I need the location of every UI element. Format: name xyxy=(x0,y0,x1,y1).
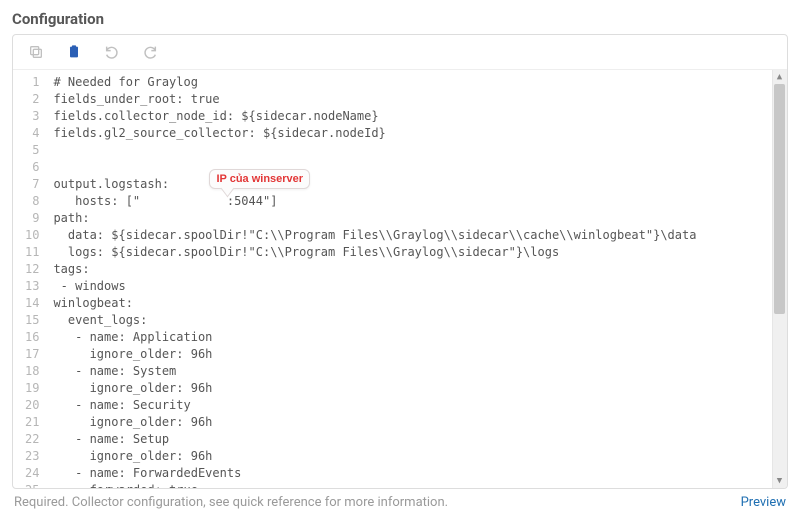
line-number: 6 xyxy=(25,159,39,176)
redo-icon[interactable] xyxy=(141,43,159,61)
code-line[interactable]: event_logs: xyxy=(53,312,783,329)
scrollbar-track[interactable]: ▲ ▼ xyxy=(772,70,787,488)
code-line[interactable]: - name: System xyxy=(53,363,783,380)
editor-toolbar xyxy=(13,35,787,70)
line-number: 9 xyxy=(25,210,39,227)
code-line[interactable]: ignore_older: 96h xyxy=(53,380,783,397)
line-number: 18 xyxy=(25,363,39,380)
code-line[interactable]: - name: ForwardedEvents xyxy=(53,465,783,482)
code-line[interactable]: - name: Setup xyxy=(53,431,783,448)
code-line[interactable]: fields.collector_node_id: ${sidecar.node… xyxy=(53,108,783,125)
code-line[interactable]: # Needed for Graylog xyxy=(53,74,783,91)
undo-icon[interactable] xyxy=(103,43,121,61)
code-line[interactable]: - windows xyxy=(53,278,783,295)
code-line[interactable]: fields.gl2_source_collector: ${sidecar.n… xyxy=(53,125,783,142)
line-number: 12 xyxy=(25,261,39,278)
line-number: 25 xyxy=(25,482,39,489)
line-number: 15 xyxy=(25,312,39,329)
line-number: 21 xyxy=(25,414,39,431)
preview-link[interactable]: Preview xyxy=(741,495,786,510)
line-number: 11 xyxy=(25,244,39,261)
code-line[interactable]: output.logstash: xyxy=(53,176,783,193)
page-title: Configuration xyxy=(12,10,788,28)
scrollbar-thumb[interactable] xyxy=(774,84,785,314)
line-number: 8 xyxy=(25,193,39,210)
copy-icon[interactable] xyxy=(27,43,45,61)
line-number: 10 xyxy=(25,227,39,244)
code-content[interactable]: IP của winserver # Needed for Graylogfie… xyxy=(47,70,787,488)
line-number: 2 xyxy=(25,91,39,108)
code-line[interactable]: path: xyxy=(53,210,783,227)
code-line[interactable]: - name: Security xyxy=(53,397,783,414)
code-editor[interactable]: 1234567891011121314151617181920212223242… xyxy=(13,70,787,488)
code-line[interactable]: logs: ${sidecar.spoolDir!"C:\\Program Fi… xyxy=(53,244,783,261)
line-number: 1 xyxy=(25,74,39,91)
code-line[interactable]: ignore_older: 96h xyxy=(53,346,783,363)
line-number: 4 xyxy=(25,125,39,142)
line-gutter: 1234567891011121314151617181920212223242… xyxy=(13,70,47,488)
line-number: 7 xyxy=(25,176,39,193)
editor-box: 1234567891011121314151617181920212223242… xyxy=(12,34,788,489)
line-number: 22 xyxy=(25,431,39,448)
paste-icon[interactable] xyxy=(65,43,83,61)
code-line[interactable]: forwarded: true xyxy=(53,482,783,488)
line-number: 3 xyxy=(25,108,39,125)
code-line[interactable]: winlogbeat: xyxy=(53,295,783,312)
line-number: 16 xyxy=(25,329,39,346)
line-number: 24 xyxy=(25,465,39,482)
line-number: 5 xyxy=(25,142,39,159)
scroll-down-icon[interactable]: ▼ xyxy=(774,475,785,487)
code-line[interactable] xyxy=(53,142,783,159)
code-line[interactable] xyxy=(53,159,783,176)
help-text: Required. Collector configuration, see q… xyxy=(14,495,448,510)
code-line[interactable]: ignore_older: 96h xyxy=(53,448,783,465)
line-number: 20 xyxy=(25,397,39,414)
scroll-up-icon[interactable]: ▲ xyxy=(774,71,785,83)
code-line[interactable]: hosts: [" :5044"] xyxy=(53,193,783,210)
code-line[interactable]: tags: xyxy=(53,261,783,278)
code-line[interactable]: - name: Application xyxy=(53,329,783,346)
line-number: 23 xyxy=(25,448,39,465)
code-line[interactable]: ignore_older: 96h xyxy=(53,414,783,431)
code-line[interactable]: fields_under_root: true xyxy=(53,91,783,108)
code-line[interactable]: data: ${sidecar.spoolDir!"C:\\Program Fi… xyxy=(53,227,783,244)
line-number: 19 xyxy=(25,380,39,397)
line-number: 17 xyxy=(25,346,39,363)
line-number: 13 xyxy=(25,278,39,295)
line-number: 14 xyxy=(25,295,39,312)
